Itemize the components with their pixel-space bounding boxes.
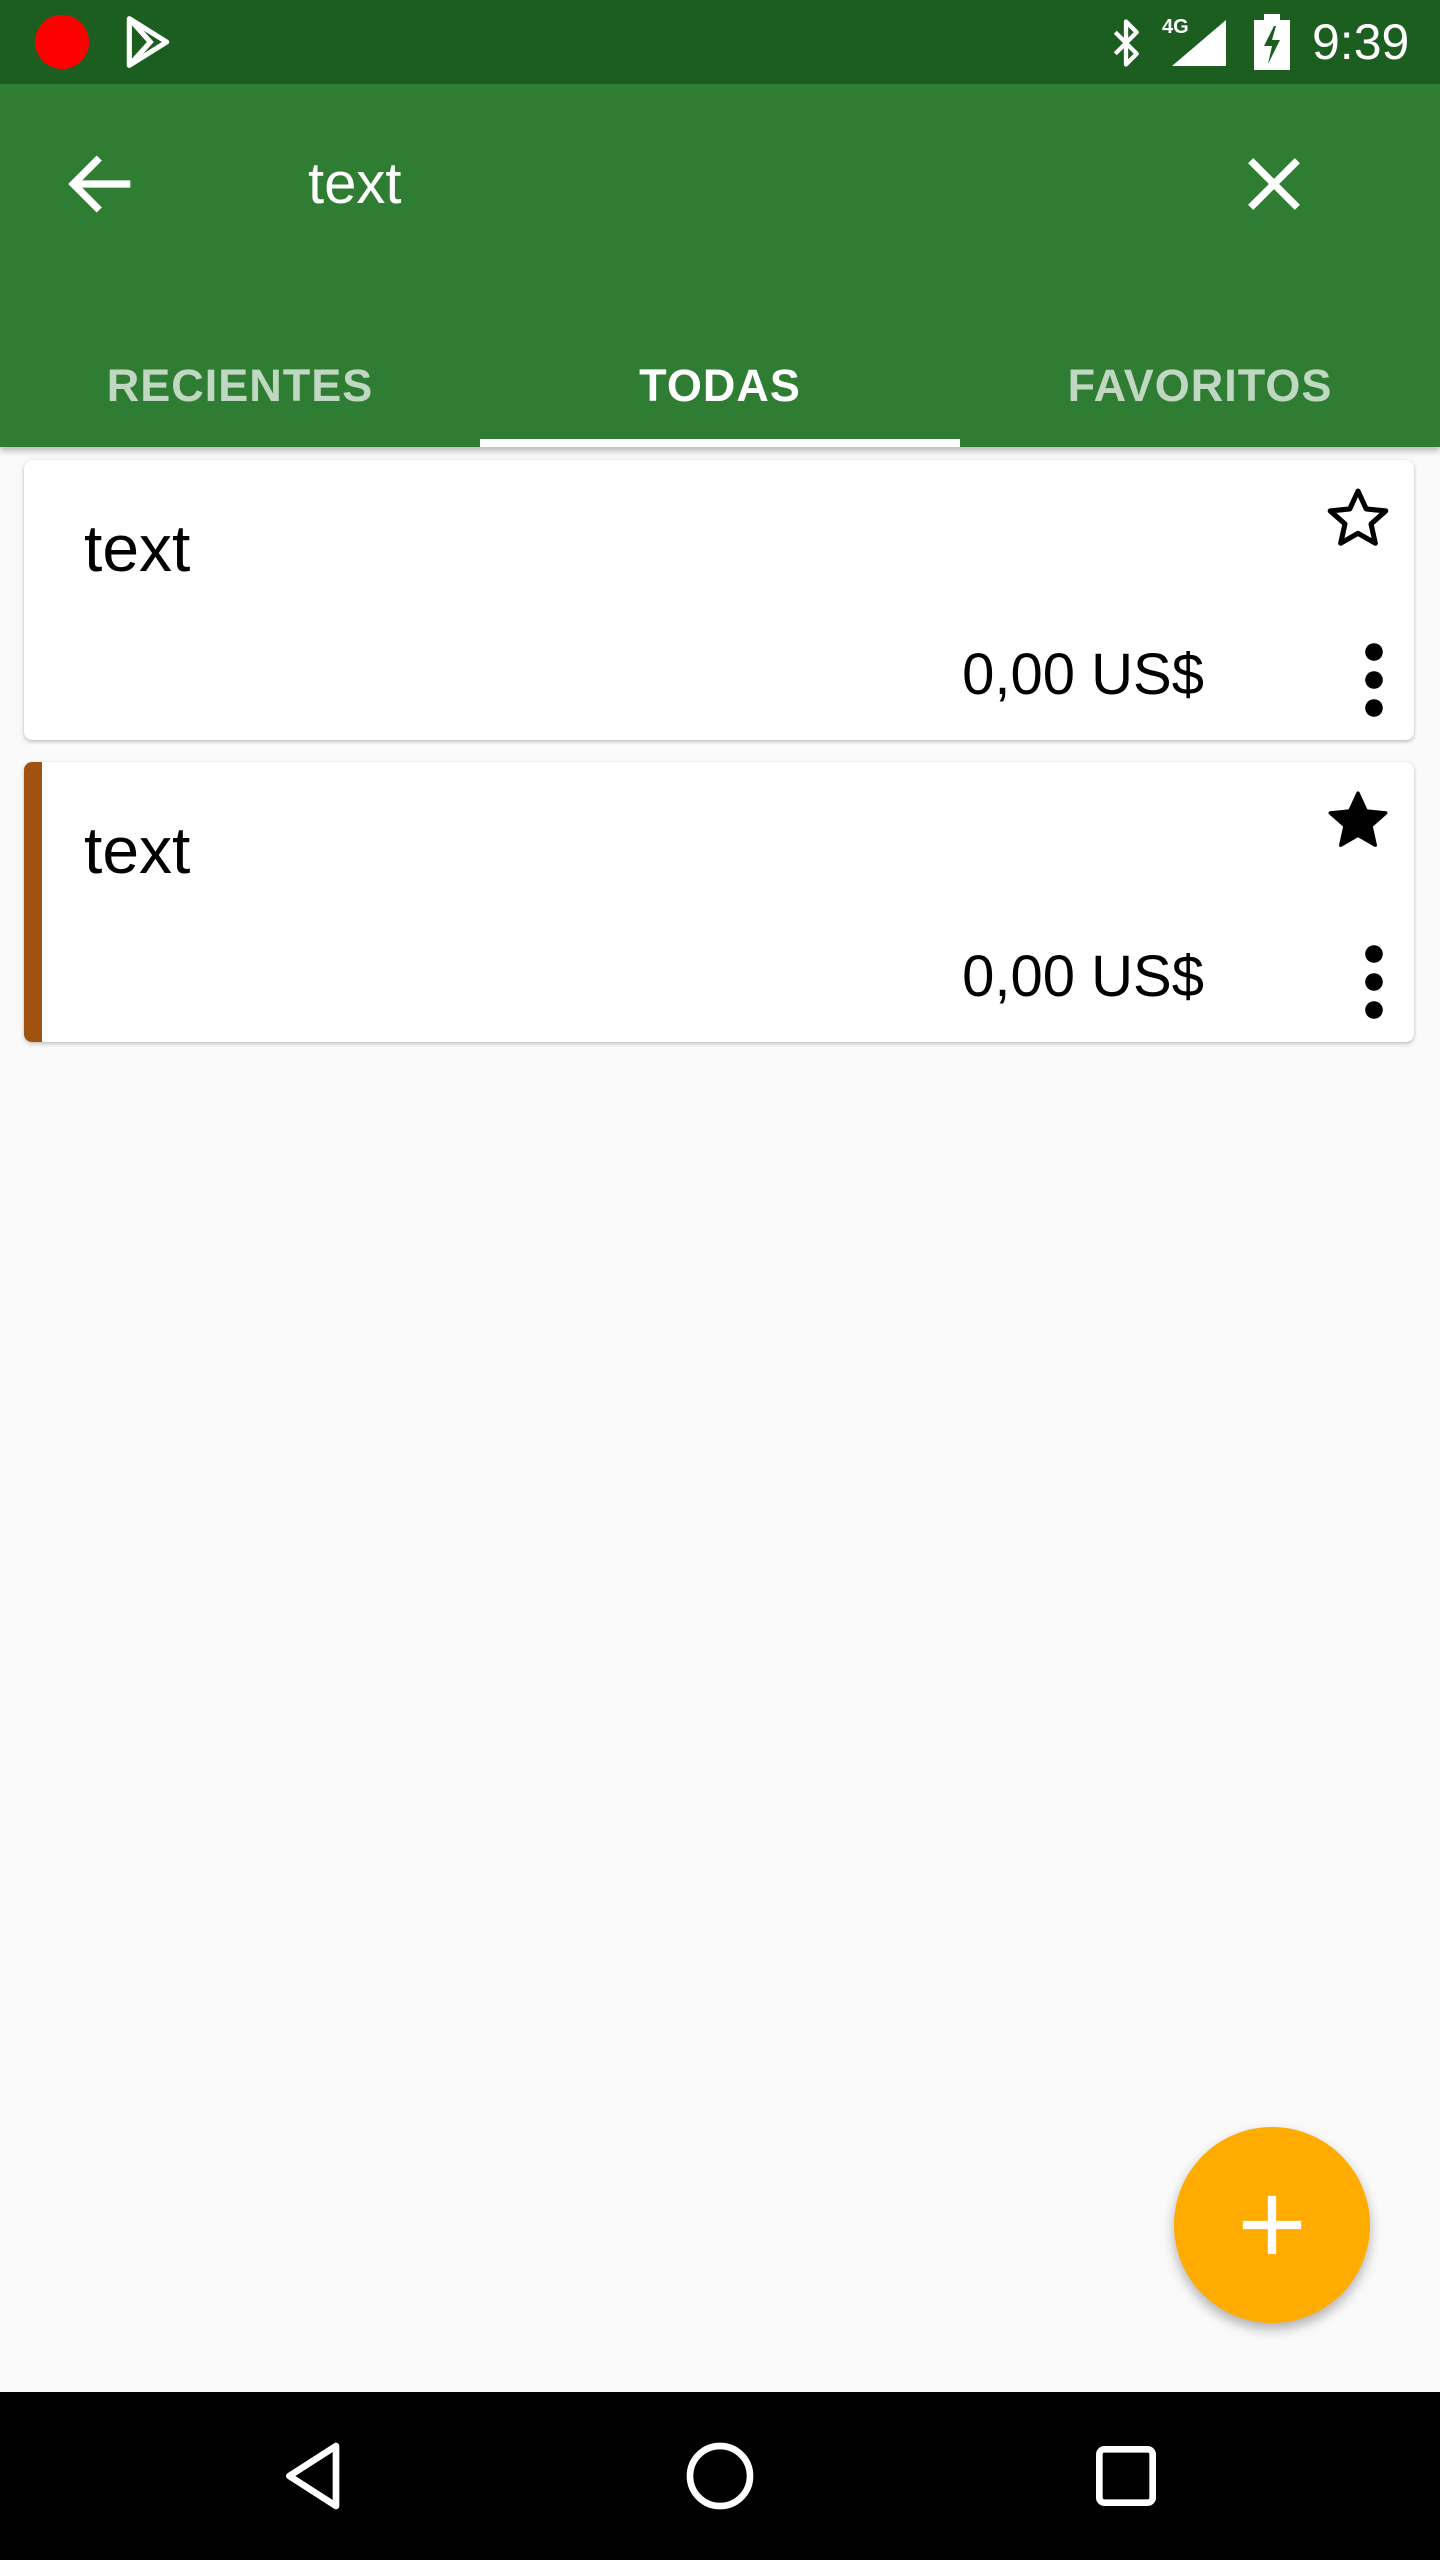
arrow-back-icon[interactable]	[60, 144, 140, 224]
add-button[interactable]	[1174, 2127, 1370, 2323]
signal-icon	[1172, 20, 1226, 66]
tab-indicator	[480, 439, 960, 447]
record-icon	[35, 15, 89, 69]
close-icon[interactable]	[1234, 144, 1314, 224]
nav-home-icon[interactable]	[680, 2436, 760, 2516]
more-vert-icon[interactable]	[1350, 942, 1398, 1022]
search-input[interactable]: text	[308, 148, 402, 220]
nav-back-icon[interactable]	[276, 2436, 356, 2516]
item-price: 0,00 US$	[962, 944, 1204, 1009]
bluetooth-icon	[1113, 19, 1139, 67]
card-color-accent	[24, 762, 42, 1042]
tab-todas[interactable]: TODAS	[480, 324, 960, 447]
status-bar: 4G 9:39	[0, 0, 1440, 84]
star-filled-icon[interactable]	[1324, 786, 1392, 854]
list-item[interactable]: text 0,00 US$	[24, 762, 1414, 1042]
app-bar: text RECIENTES TODAS FAVORITOS	[0, 84, 1440, 447]
star-outline-icon[interactable]	[1324, 484, 1392, 552]
item-title: text	[84, 813, 191, 887]
more-vert-icon[interactable]	[1350, 640, 1398, 720]
play-store-icon	[126, 16, 170, 68]
list-item[interactable]: text 0,00 US$	[24, 460, 1414, 740]
plus-icon	[1242, 2195, 1302, 2255]
tab-favoritos[interactable]: FAVORITOS	[960, 324, 1440, 447]
clock: 9:39	[1312, 14, 1410, 70]
item-title: text	[84, 511, 191, 585]
navigation-bar	[0, 2392, 1440, 2560]
tab-recientes[interactable]: RECIENTES	[0, 324, 480, 447]
item-price: 0,00 US$	[962, 642, 1204, 707]
battery-charging-icon	[1254, 14, 1290, 70]
nav-recents-icon[interactable]	[1086, 2436, 1166, 2516]
